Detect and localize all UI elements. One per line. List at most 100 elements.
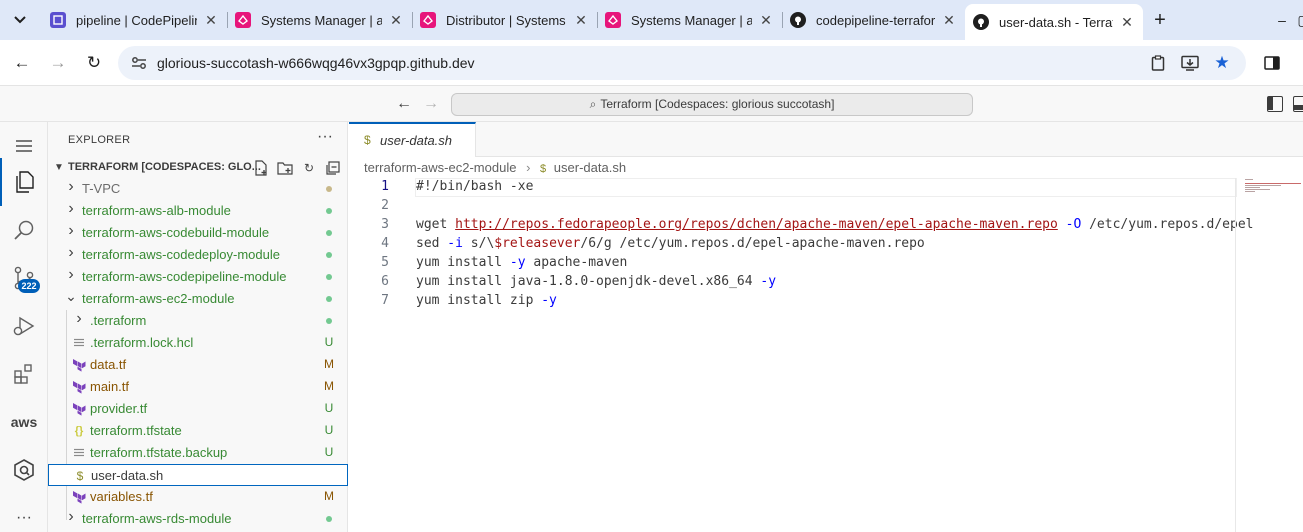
more-views-icon[interactable]: ··· xyxy=(0,494,48,532)
aws-toolkit-icon[interactable]: aws xyxy=(0,398,48,446)
browser-tab[interactable]: pipeline | CodePipeline ✕ xyxy=(42,4,228,36)
terraform-file-icon xyxy=(72,401,86,417)
browser-tab[interactable]: Systems Manager | ap ✕ xyxy=(597,4,783,36)
refresh-explorer-icon[interactable]: ↻ xyxy=(301,160,317,176)
run-debug-icon[interactable] xyxy=(0,302,48,350)
tree-folder[interactable]: › terraform-aws-rds-module xyxy=(48,508,348,530)
source-control-icon[interactable] xyxy=(0,254,48,302)
tree-folder[interactable]: › T-VPC xyxy=(48,178,348,200)
minimap-line xyxy=(1245,183,1301,184)
shell-file-icon: $ xyxy=(76,469,84,483)
go-forward-icon[interactable]: → xyxy=(421,94,441,114)
tree-file[interactable]: $ user-data.sh xyxy=(48,464,348,486)
close-tab-icon[interactable]: ✕ xyxy=(758,12,774,28)
text-file-icon xyxy=(72,335,86,351)
tree-folder[interactable]: ⌄ terraform-aws-ec2-module xyxy=(48,288,348,310)
git-status-dot xyxy=(324,291,334,305)
status-dot xyxy=(326,296,332,302)
code-line[interactable]: yum install -y apache-maven xyxy=(416,255,627,270)
tree-file[interactable]: data.tf M xyxy=(48,354,348,376)
remote-explorer-icon[interactable] xyxy=(0,446,48,494)
bookmark-star-icon[interactable]: ★ xyxy=(1212,53,1232,73)
new-tab-button[interactable]: + xyxy=(1148,8,1172,32)
new-file-icon[interactable] xyxy=(253,160,269,176)
code-token: yum install xyxy=(416,255,503,270)
close-tab-icon[interactable]: ✕ xyxy=(203,12,219,28)
git-status-letter: M xyxy=(324,489,334,503)
code-line[interactable]: yum install zip -y xyxy=(416,293,557,308)
tree-file[interactable]: .terraform.lock.hcl U xyxy=(48,332,348,354)
source-control-badge: 222 xyxy=(18,279,40,293)
code-line[interactable]: yum install java-1.8.0-openjdk-devel.x86… xyxy=(416,274,776,289)
collapse-folders-icon[interactable] xyxy=(325,160,341,176)
tree-file[interactable]: {} terraform.tfstate U xyxy=(48,420,348,442)
tree-item-label: terraform-aws-codepipeline-module xyxy=(82,269,287,284)
command-center[interactable]: ⌕ Terraform [Codespaces: glorious succota… xyxy=(451,93,973,116)
tree-folder[interactable]: › .terraform xyxy=(48,310,348,332)
code-line[interactable]: #!/bin/bash -xe xyxy=(416,179,533,194)
code-line[interactable]: wget http://repos.fedorapeople.org/repos… xyxy=(416,217,1253,232)
tree-folder[interactable]: › terraform-aws-codebuild-module xyxy=(48,222,348,244)
extensions-icon[interactable] xyxy=(0,350,48,398)
address-text[interactable]: glorious-succotash-w666wqg46vx3gpqp.gith… xyxy=(157,55,475,71)
tree-item-label: variables.tf xyxy=(90,489,153,504)
code-line[interactable]: sed -i s/\$releasever/6/g /etc/yum.repos… xyxy=(416,236,925,251)
install-app-icon[interactable] xyxy=(1180,53,1200,73)
tree-file[interactable]: main.tf M xyxy=(48,376,348,398)
editor-tab-user-data[interactable]: $ user-data.sh xyxy=(349,122,476,157)
tree-folder[interactable]: › terraform-aws-alb-module xyxy=(48,200,348,222)
close-tab-icon[interactable]: ✕ xyxy=(1119,14,1135,30)
browser-tab[interactable]: Distributor | Systems ✕ xyxy=(412,4,598,36)
explorer-more-actions[interactable]: ··· xyxy=(317,128,333,146)
browser-tab[interactable]: user-data.sh - Terrafor ✕ xyxy=(965,4,1143,40)
code-link[interactable]: http://repos.fedorapeople.org/repos/dche… xyxy=(455,217,1058,232)
explorer-icon[interactable] xyxy=(0,158,48,206)
chevron-right-icon: › xyxy=(68,508,74,525)
chevron-right-icon: › xyxy=(68,222,74,239)
browser-tab-title: Distributor | Systems xyxy=(446,12,566,28)
browser-menu-icon[interactable]: ⋮ xyxy=(1290,49,1303,77)
tab-search-button[interactable] xyxy=(6,6,34,34)
tree-item-label: terraform-aws-codebuild-module xyxy=(82,225,270,240)
activity-bar: 222 aws ··· xyxy=(0,122,48,532)
code-editor[interactable]: 1 #!/bin/bash -xe 2 3 wget http://repos.fedo… xyxy=(349,178,1303,532)
minimize-window-button[interactable]: – xyxy=(1270,8,1294,32)
tree-folder[interactable]: › terraform-aws-codepipeline-module xyxy=(48,266,348,288)
line-number: 7 xyxy=(381,293,389,308)
back-button[interactable]: ← xyxy=(8,49,36,77)
new-folder-icon[interactable] xyxy=(277,160,293,176)
close-tab-icon[interactable]: ✕ xyxy=(573,12,589,28)
breadcrumb-folder[interactable]: terraform-aws-ec2-module xyxy=(364,160,516,175)
vscode-title-bar: ← → ⌕ Terraform [Codespaces: glorious suc… xyxy=(0,86,1303,122)
site-info-icon[interactable] xyxy=(130,54,148,72)
code-token: #!/bin/bash -xe xyxy=(416,179,534,194)
code-token: -y xyxy=(502,255,526,270)
go-back-icon[interactable]: ← xyxy=(394,94,414,114)
tree-item-label: T-VPC xyxy=(82,181,121,196)
status-dot xyxy=(326,252,332,258)
code-token: -i xyxy=(439,236,463,251)
browser-tab[interactable]: Systems Manager | ap ✕ xyxy=(227,4,413,36)
minimap[interactable] xyxy=(1243,178,1303,208)
clipboard-icon[interactable] xyxy=(1148,53,1168,73)
tree-file[interactable]: provider.tf U xyxy=(48,398,348,420)
forward-button[interactable]: → xyxy=(44,49,72,77)
tree-file[interactable]: variables.tf M xyxy=(48,486,348,508)
restore-window-button[interactable]: ▢ xyxy=(1292,8,1303,32)
side-panel-icon[interactable] xyxy=(1258,49,1286,77)
tree-file[interactable]: terraform.tfstate.backup U xyxy=(48,442,348,464)
breadcrumb-file[interactable]: user-data.sh xyxy=(554,160,626,175)
browser-tab[interactable]: codepipeline-terrafor ✕ xyxy=(782,4,965,36)
tree-folder[interactable]: › terraform-aws-codedeploy-module xyxy=(48,244,348,266)
toggle-panel-icon[interactable] xyxy=(1293,96,1303,112)
tree-item-label: terraform-aws-rds-module xyxy=(82,511,232,526)
close-tab-icon[interactable]: ✕ xyxy=(388,12,404,28)
address-bar[interactable]: glorious-succotash-w666wqg46vx3gpqp.gith… xyxy=(118,46,1246,80)
close-tab-icon[interactable]: ✕ xyxy=(941,12,957,28)
toggle-primary-sidebar-icon[interactable] xyxy=(1267,96,1283,112)
github-icon xyxy=(790,12,806,28)
tree-item-label: .terraform.lock.hcl xyxy=(90,335,194,350)
reload-button[interactable]: ↻ xyxy=(80,49,108,77)
workspace-section-header[interactable]: ▼ TERRAFORM [CODESPACES: GLO... ↻ xyxy=(48,156,348,180)
search-view-icon[interactable] xyxy=(0,206,48,254)
